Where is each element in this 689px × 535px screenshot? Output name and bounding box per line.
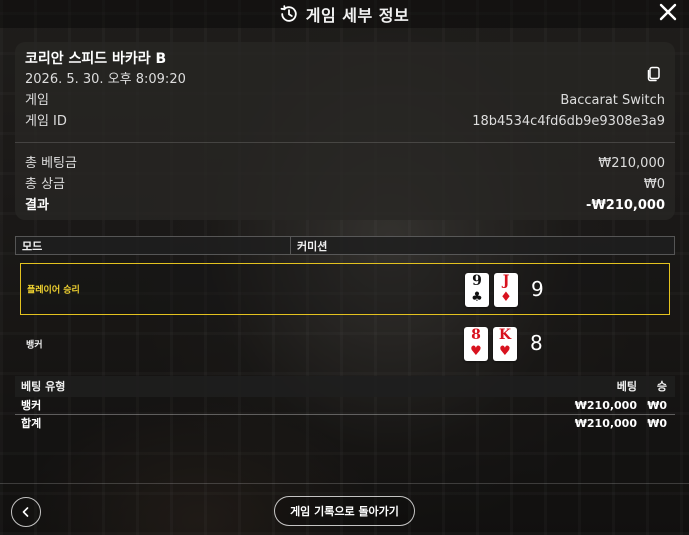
bet-type-cell: 뱅커 <box>21 399 42 412</box>
win-amount-header: 승 <box>656 380 667 393</box>
total-bet-label: 총 베팅금 <box>25 156 77 171</box>
mode-commission-header: 모드 커미션 <box>15 236 675 255</box>
banker-result-label: 뱅커 <box>26 340 43 351</box>
bet-type-cell: 합계 <box>21 417 42 430</box>
game-label: 게임 <box>25 93 49 108</box>
total-win-row: 총 상금 ₩0 <box>25 174 665 195</box>
playing-card: 9 ♣ <box>465 273 489 307</box>
header-bar: 게임 세부 정보 <box>0 0 689 28</box>
heart-suit-icon: ♥ <box>470 344 482 359</box>
playing-card: K ♥ <box>493 327 517 361</box>
mode-label: 모드 <box>15 236 291 255</box>
table-row-total: 합계 ₩210,000 ₩0 <box>15 415 675 433</box>
total-bet-value: ₩210,000 <box>598 156 665 171</box>
close-icon <box>659 3 677 25</box>
bet-type-header: 베팅 유형 <box>21 380 66 393</box>
banker-result-row: 뱅커 8 ♥ K ♥ 8 <box>20 318 670 370</box>
total-win-label: 총 상금 <box>25 177 66 192</box>
card-rank: 8 <box>471 327 481 343</box>
bet-amount-header: 베팅 <box>616 380 637 393</box>
heart-suit-icon: ♥ <box>499 344 511 359</box>
page-title: 게임 세부 정보 <box>305 6 410 25</box>
win-amount-cell: ₩0 <box>647 399 667 412</box>
table-row: 뱅커 ₩210,000 ₩0 <box>15 397 675 415</box>
back-button[interactable] <box>11 497 41 527</box>
card-rank: K <box>498 327 512 343</box>
close-button[interactable] <box>657 3 679 25</box>
win-amount-cell: ₩0 <box>647 417 667 430</box>
result-value: -₩210,000 <box>586 198 665 213</box>
commission-label: 커미션 <box>291 236 675 255</box>
playing-card: 8 ♥ <box>464 327 488 361</box>
chevron-left-icon <box>20 503 32 522</box>
footer-divider <box>0 483 689 484</box>
header-title-group: 게임 세부 정보 <box>280 2 409 26</box>
playing-card: J ♦ <box>494 273 518 307</box>
card-rank: 9 <box>472 273 482 289</box>
game-value: Baccarat Switch <box>560 93 665 108</box>
player-cards: 9 ♣ J ♦ <box>465 273 518 307</box>
game-id-row: 게임 ID 18b4534c4fd6db9e9308e3a9 <box>25 111 665 132</box>
back-to-history-button[interactable]: 게임 기록으로 돌아가기 <box>274 496 415 526</box>
card-rank: J <box>502 273 510 289</box>
player-result-label: 플레이어 승리 <box>27 285 80 296</box>
game-datetime: 2026. 5. 30. 오후 8:09:20 <box>25 72 186 87</box>
summary-top: 코리안 스피드 바카라 B 2026. 5. 30. 오후 8:09:20 <box>25 50 665 90</box>
history-icon <box>280 5 298 23</box>
bets-table: 베팅 유형 베팅 승 뱅커 ₩210,000 ₩0 합계 ₩210,000 ₩0 <box>15 376 675 433</box>
banker-cards: 8 ♥ K ♥ <box>464 327 517 361</box>
banker-score: 8 <box>530 331 543 355</box>
club-suit-icon: ♣ <box>471 290 483 305</box>
player-result-row: 플레이어 승리 9 ♣ J ♦ 9 <box>20 263 670 315</box>
diamond-suit-icon: ♦ <box>500 290 512 305</box>
result-label: 결과 <box>25 198 49 213</box>
game-row: 게임 Baccarat Switch <box>25 90 665 111</box>
bet-amount-cell: ₩210,000 <box>574 417 637 430</box>
game-summary-panel: 코리안 스피드 바카라 B 2026. 5. 30. 오후 8:09:20 게임… <box>15 42 675 220</box>
player-score: 9 <box>531 277 544 301</box>
bet-amount-cell: ₩210,000 <box>574 399 637 412</box>
result-row: 결과 -₩210,000 <box>25 195 665 216</box>
total-bet-row: 총 베팅금 ₩210,000 <box>25 153 665 174</box>
game-id-value: 18b4534c4fd6db9e9308e3a9 <box>472 114 665 129</box>
total-win-value: ₩0 <box>643 177 665 192</box>
game-id-label: 게임 ID <box>25 114 67 129</box>
game-name: 코리안 스피드 바카라 B <box>25 51 167 67</box>
bets-table-header: 베팅 유형 베팅 승 <box>15 376 675 397</box>
copy-icon[interactable] <box>645 66 661 82</box>
summary-divider <box>15 142 675 143</box>
